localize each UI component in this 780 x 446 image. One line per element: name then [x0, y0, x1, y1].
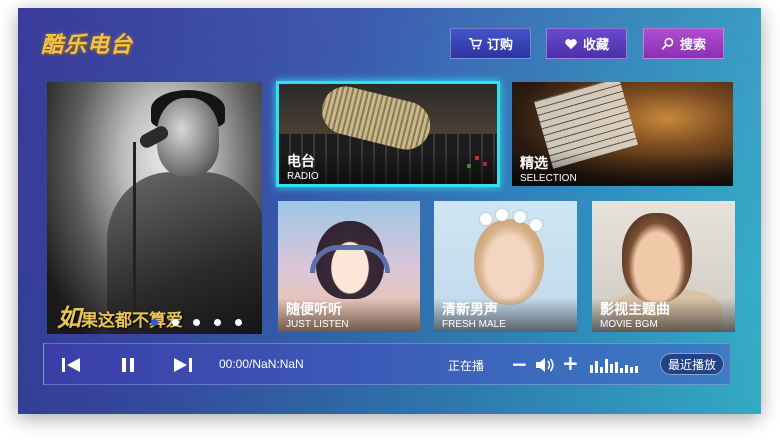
next-icon[interactable]: [172, 357, 194, 373]
tile-label: 精选 SELECTION: [512, 152, 733, 186]
eq-bar: [630, 367, 633, 373]
tile-movie-bgm[interactable]: 影视主题曲 MOVIE BGM: [592, 201, 735, 332]
tile-title: 影视主题曲: [600, 302, 670, 318]
tile-just-listen[interactable]: 随便听听 JUST LISTEN: [278, 201, 420, 332]
tile-subtitle: SELECTION: [520, 173, 577, 184]
singer-portrait: [474, 219, 544, 305]
tile-subtitle: JUST LISTEN: [286, 319, 349, 330]
volume-up-button[interactable]: +: [562, 351, 579, 375]
carousel-dots: [151, 319, 242, 326]
carousel-dot[interactable]: [214, 319, 221, 326]
search-icon: [661, 37, 674, 50]
tv-screen: 酷乐电台 订购 收藏 搜索 如果这都不算爱 电台 RADIO 精选 SELECT…: [18, 8, 761, 414]
volume-icon[interactable]: [535, 356, 555, 374]
carousel-dot[interactable]: [151, 319, 158, 326]
carousel-dot[interactable]: [193, 319, 200, 326]
favorite-label: 收藏: [582, 38, 609, 53]
tile-subtitle: FRESH MALE: [442, 319, 506, 330]
tile-subtitle: MOVIE BGM: [600, 319, 658, 330]
app-logo: 酷乐电台: [41, 32, 134, 58]
carousel-dot[interactable]: [172, 319, 179, 326]
order-button[interactable]: 订购: [450, 28, 531, 59]
tile-label: 随便听听 JUST LISTEN: [278, 298, 420, 332]
recent-played-button[interactable]: 最近播放: [660, 353, 724, 375]
tile-title: 电台: [287, 154, 315, 170]
eq-bar: [615, 362, 618, 373]
tile-label: 影视主题曲 MOVIE BGM: [592, 298, 735, 332]
eq-bar: [610, 364, 613, 373]
playback-time: 00:00/NaN:NaN: [219, 357, 304, 371]
player-bar: 00:00/NaN:NaN 正在播 − + 最近播放: [43, 343, 730, 385]
eq-bar: [605, 359, 608, 373]
eq-bar: [635, 366, 638, 373]
tile-title: 随便听听: [286, 302, 342, 318]
search-label: 搜索: [679, 38, 706, 53]
tile-title: 清新男声: [442, 302, 498, 318]
flower-crown: [514, 211, 526, 223]
favorite-button[interactable]: 收藏: [546, 28, 627, 59]
tile-radio[interactable]: 电台 RADIO: [276, 81, 500, 187]
tile-label: 电台 RADIO: [279, 150, 497, 184]
heart-icon: [565, 38, 577, 49]
eq-bar: [595, 361, 598, 373]
carousel-dot[interactable]: [235, 319, 242, 326]
equalizer-icon: [590, 357, 638, 373]
tile-selection[interactable]: 精选 SELECTION: [512, 82, 733, 186]
eq-bar: [590, 365, 593, 373]
tile-title: 精选: [520, 156, 548, 172]
eq-bar: [600, 367, 603, 373]
hero-banner[interactable]: 如果这都不算爱: [47, 82, 262, 334]
eq-bar: [625, 365, 628, 373]
now-playing-label: 正在播: [448, 359, 485, 373]
eq-bar: [620, 368, 623, 373]
tile-label: 清新男声 FRESH MALE: [434, 298, 577, 332]
flower-crown: [496, 209, 508, 221]
volume-down-button[interactable]: −: [511, 352, 528, 376]
hero-caption-first: 如: [57, 303, 81, 332]
tile-subtitle: RADIO: [287, 171, 319, 182]
previous-icon[interactable]: [60, 357, 82, 373]
cart-icon: [468, 37, 482, 50]
hero-caption: 如果这都不算爱: [57, 298, 183, 333]
search-button[interactable]: 搜索: [643, 28, 724, 59]
actor-portrait: [622, 213, 692, 303]
flower-crown: [530, 219, 542, 231]
flower-crown: [480, 213, 492, 225]
pause-icon[interactable]: [120, 357, 136, 373]
order-label: 订购: [486, 38, 513, 53]
tile-fresh-male[interactable]: 清新男声 FRESH MALE: [434, 201, 577, 332]
headphones: [310, 245, 390, 273]
